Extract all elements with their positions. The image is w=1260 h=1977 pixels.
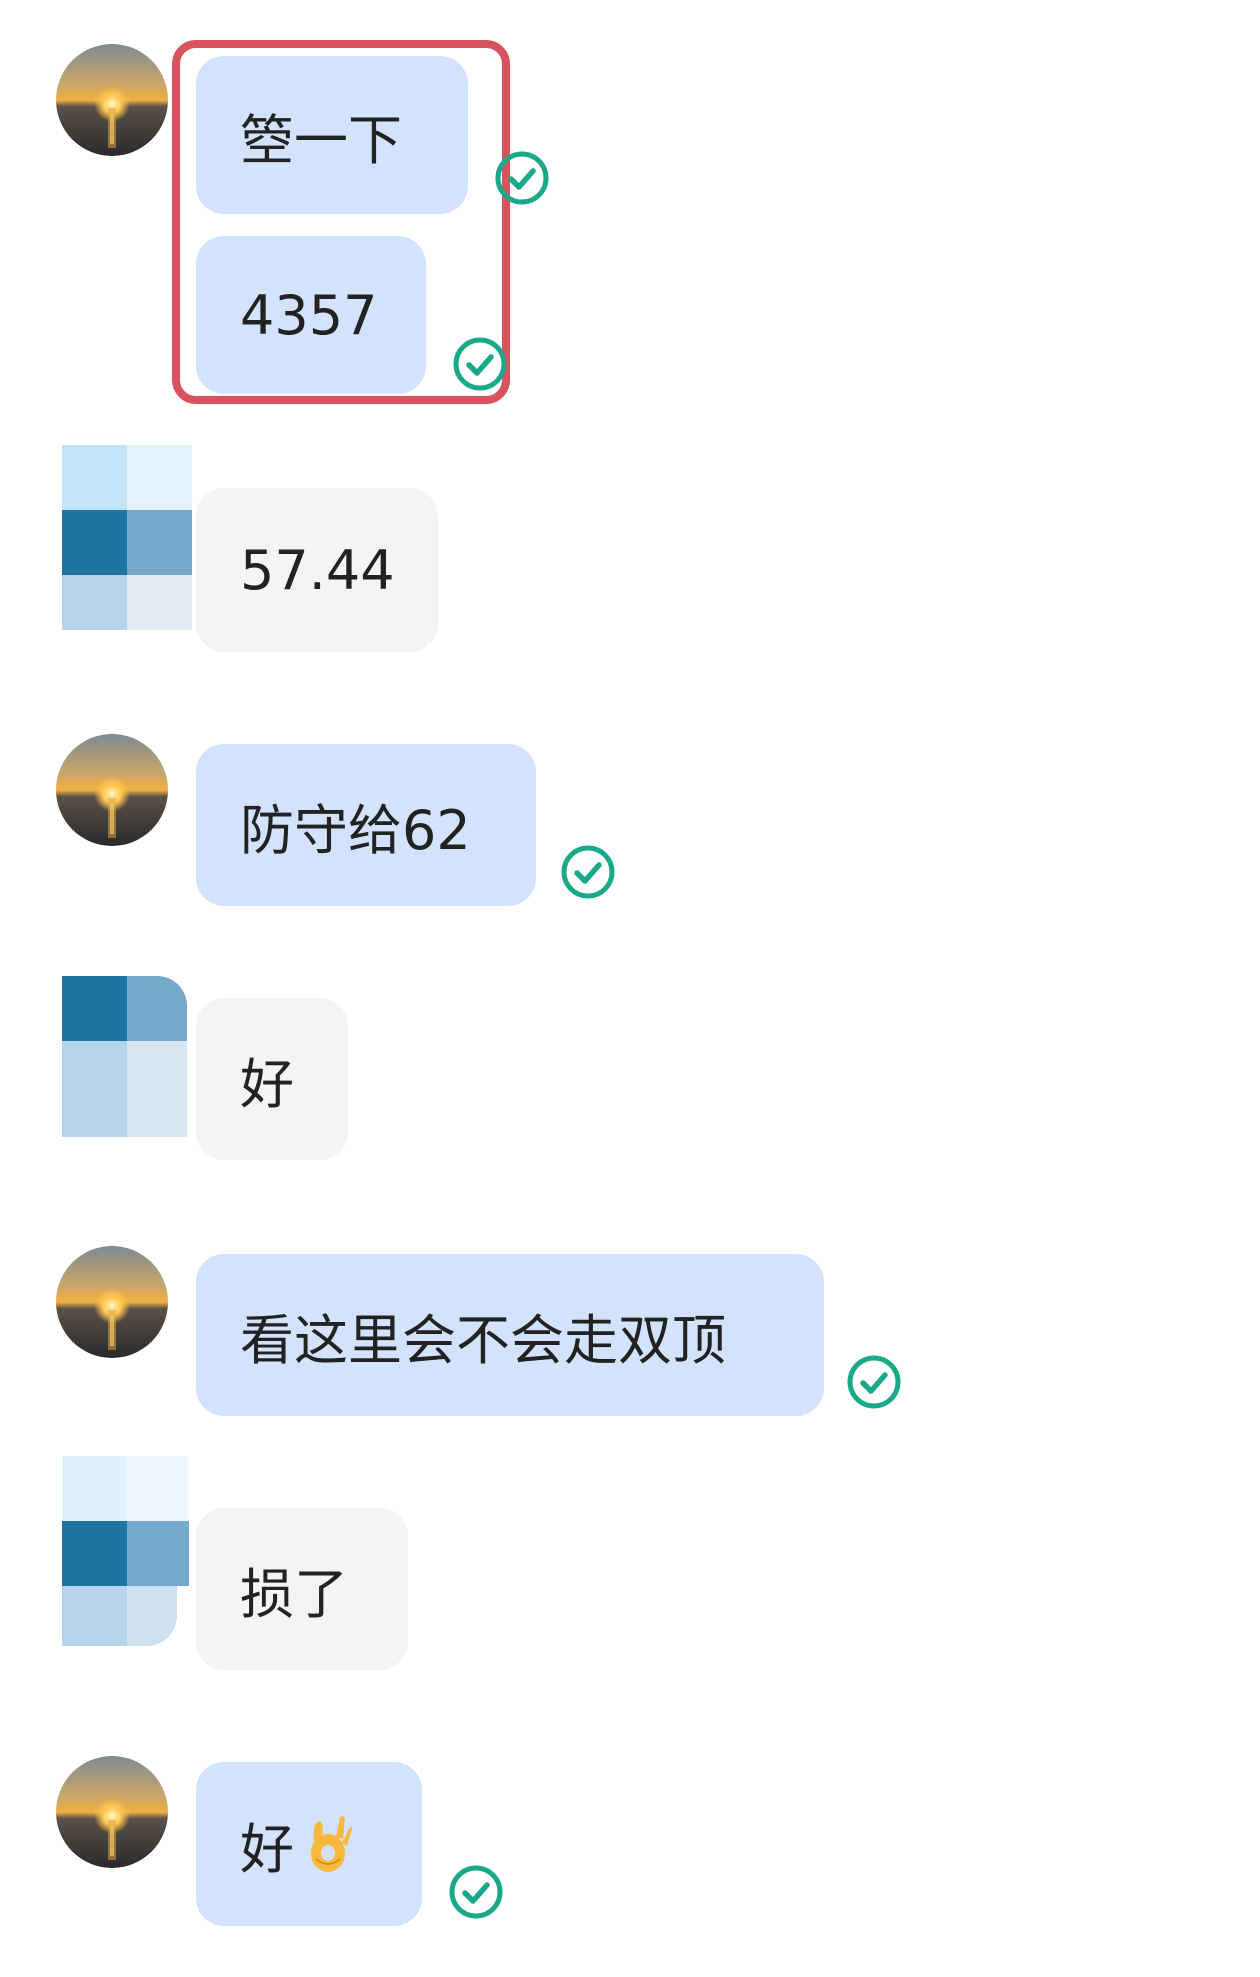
message-text: 好 bbox=[240, 1817, 294, 1881]
contact-avatar-pixel bbox=[62, 1521, 127, 1586]
message-bubble[interactable]: 箜一下 bbox=[196, 56, 468, 214]
contact-avatar-pixel bbox=[62, 1586, 127, 1646]
contact-avatar-pixel bbox=[127, 1521, 189, 1586]
message-text: 57.44 bbox=[240, 538, 395, 602]
message-text: 好 bbox=[240, 1052, 294, 1116]
contact-avatar[interactable] bbox=[62, 445, 192, 575]
message-text: 看这里会不会走双顶 bbox=[240, 1308, 726, 1372]
message-text: 损了 bbox=[240, 1562, 348, 1626]
contact-avatar-pixel bbox=[62, 575, 127, 630]
check-circle-icon bbox=[560, 844, 616, 900]
contact-avatar-pixel bbox=[127, 575, 192, 630]
message-text: 防守给62 bbox=[240, 798, 471, 862]
message-bubble[interactable]: 看这里会不会走双顶 bbox=[196, 1254, 824, 1416]
my-avatar[interactable] bbox=[56, 44, 168, 156]
ok-hand-emoji bbox=[311, 1816, 352, 1872]
contact-avatar-pixel bbox=[127, 1041, 187, 1137]
check-circle-icon bbox=[846, 1354, 902, 1410]
message-bubble[interactable]: 好 bbox=[196, 1762, 422, 1926]
message-bubble[interactable]: 好 bbox=[196, 998, 348, 1160]
contact-avatar-pixel bbox=[127, 1456, 189, 1521]
my-avatar[interactable] bbox=[56, 1246, 168, 1358]
check-circle-icon bbox=[452, 336, 508, 392]
contact-avatar[interactable] bbox=[62, 1456, 127, 1521]
contact-avatar-pixel bbox=[127, 976, 187, 1041]
check-circle-icon bbox=[494, 150, 550, 206]
my-avatar[interactable] bbox=[56, 1756, 168, 1868]
message-bubble[interactable]: 损了 bbox=[196, 1508, 408, 1670]
message-bubble[interactable]: 防守给62 bbox=[196, 744, 536, 906]
my-avatar[interactable] bbox=[56, 734, 168, 846]
message-bubble[interactable]: 57.44 bbox=[196, 488, 438, 652]
message-text: 4357 bbox=[240, 283, 378, 347]
message-bubble[interactable]: 4357 bbox=[196, 236, 426, 394]
message-text: 箜一下 bbox=[240, 108, 402, 172]
contact-avatar-pixel bbox=[62, 1041, 127, 1137]
contact-avatar[interactable] bbox=[62, 976, 127, 1041]
contact-avatar-pixel bbox=[127, 1586, 177, 1646]
check-circle-icon bbox=[448, 1864, 504, 1920]
